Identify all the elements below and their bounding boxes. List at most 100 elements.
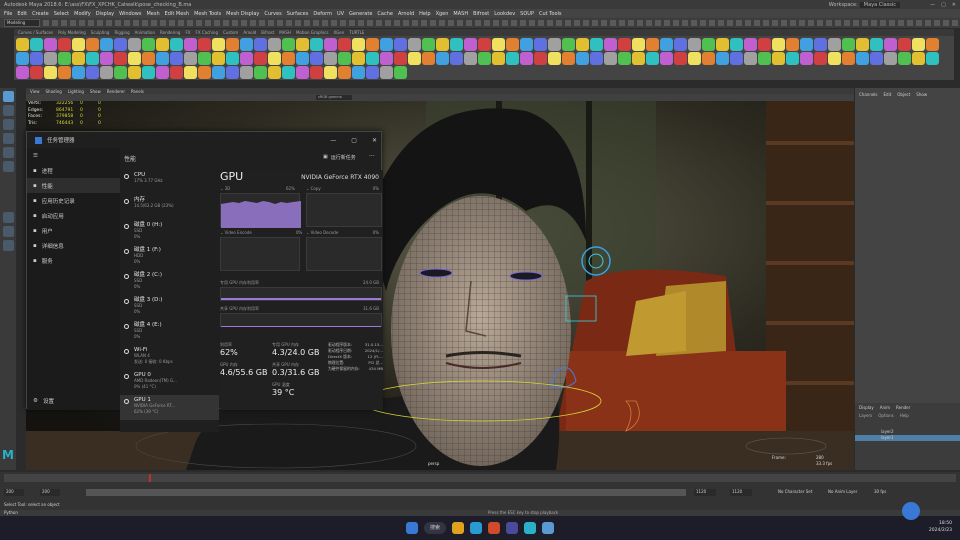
shelf-tool-icon[interactable] — [170, 52, 183, 65]
shelf-tool-icon[interactable] — [534, 52, 547, 65]
shelf-tool-icon[interactable] — [170, 66, 183, 79]
shelf-tab[interactable]: Rendering — [160, 30, 180, 35]
start-frame-field[interactable]: 200 — [4, 489, 24, 496]
menu-mesh-tools[interactable]: Mesh Tools — [194, 11, 221, 17]
shelf-tool-icon[interactable] — [86, 38, 99, 51]
shelf-tool-icon[interactable] — [352, 52, 365, 65]
shelf-tool-icon[interactable] — [380, 52, 393, 65]
range-slider[interactable] — [86, 489, 686, 496]
shelf-tool-icon[interactable] — [268, 66, 281, 79]
shelf-tool-icon[interactable] — [128, 38, 141, 51]
time-slider[interactable] — [4, 474, 956, 482]
viewport-menu-renderer[interactable]: Renderer — [107, 89, 125, 94]
nav-item[interactable]: ▪ 详细信息 — [27, 238, 120, 253]
shelf-tool-icon[interactable] — [912, 52, 925, 65]
channel-tab[interactable]: Edit — [884, 92, 892, 97]
shelf-tool-icon[interactable] — [16, 66, 29, 79]
shelf-tool-icon[interactable] — [772, 52, 785, 65]
perf-item[interactable]: 磁盘 0 (H:) SSD 0% — [120, 220, 219, 245]
shelf-tool-icon[interactable] — [576, 38, 589, 51]
shelf-tool-icon[interactable] — [562, 52, 575, 65]
viewport-menu-shading[interactable]: Shading — [46, 89, 62, 94]
lasso-tool-icon[interactable] — [2, 105, 14, 116]
shelf-tool-icon[interactable] — [548, 52, 561, 65]
playhead[interactable] — [149, 474, 151, 482]
shelf-tool-icon[interactable] — [86, 52, 99, 65]
status-line-icons[interactable] — [43, 20, 960, 26]
shelf-tool-icon[interactable] — [758, 38, 771, 51]
shelf-tab[interactable]: Rigging — [114, 30, 129, 35]
system-clock[interactable]: 18:50 2024/2/23 — [929, 520, 952, 534]
shelf-tool-icon[interactable] — [786, 38, 799, 51]
shelf-tool-icon[interactable] — [478, 38, 491, 51]
shelf-tool-icon[interactable] — [366, 66, 379, 79]
menu-cache[interactable]: Cache — [377, 11, 393, 17]
menu-edit-mesh[interactable]: Edit Mesh — [165, 11, 189, 17]
shelf-tool-icon[interactable] — [730, 52, 743, 65]
start-icon[interactable] — [405, 522, 418, 534]
anim-layer[interactable]: No Anim Layer — [828, 489, 857, 494]
shelf-tool-icon[interactable] — [16, 52, 29, 65]
shelf-tool-icon[interactable] — [254, 38, 267, 51]
paint-tool-icon[interactable] — [2, 119, 14, 130]
file-explorer-icon[interactable] — [452, 522, 464, 534]
nav-item[interactable]: ▪ 启动应用 — [27, 208, 120, 223]
run-task-button[interactable]: ▣ 运行新任务 — [323, 154, 356, 161]
gamma-select[interactable]: sRGB gamma — [316, 95, 352, 100]
shelf-tool-icon[interactable] — [72, 66, 85, 79]
menu-mash[interactable]: MASH — [453, 11, 468, 17]
nav-settings[interactable]: ⚙ 设置 — [27, 393, 120, 408]
shelf-tool-icon[interactable] — [212, 52, 225, 65]
shelf-tool-icon[interactable] — [254, 52, 267, 65]
minimize-icon[interactable]: — — [930, 2, 935, 8]
shelf-tool-icon[interactable] — [44, 52, 57, 65]
edge-icon[interactable] — [470, 522, 482, 534]
shelf-tool-icon[interactable] — [660, 38, 673, 51]
shelf-tool-icon[interactable] — [296, 52, 309, 65]
shelf-tool-icon[interactable] — [646, 38, 659, 51]
shelf-tool-icon[interactable] — [562, 38, 575, 51]
shelf-tool-icon[interactable] — [492, 38, 505, 51]
shelf-tool-icon[interactable] — [100, 38, 113, 51]
shelf-tool-icon[interactable] — [422, 38, 435, 51]
shelf-tool-icon[interactable] — [310, 52, 323, 65]
shelf-tab[interactable]: Sculpting — [91, 30, 110, 35]
nav-item[interactable]: ▪ 用户 — [27, 223, 120, 238]
shelf-tool-icon[interactable] — [646, 52, 659, 65]
shelf-tool-icon[interactable] — [282, 66, 295, 79]
shelf-tool-icon[interactable] — [688, 38, 701, 51]
shelf-tool-icon[interactable] — [772, 38, 785, 51]
shelf-tool-icon[interactable] — [870, 38, 883, 51]
shelf-tool-icon[interactable] — [660, 52, 673, 65]
shelf-tool-icon[interactable] — [282, 52, 295, 65]
menu-curves[interactable]: Curves — [264, 11, 281, 17]
shelf-tool-icon[interactable] — [674, 38, 687, 51]
layout-four-icon[interactable] — [2, 226, 14, 237]
shelf-tool-icon[interactable] — [884, 38, 897, 51]
shelf-tool-icon[interactable] — [800, 38, 813, 51]
shelf-tool-icon[interactable] — [884, 52, 897, 65]
shelf-tool-icon[interactable] — [590, 52, 603, 65]
floating-assistant-icon[interactable] — [902, 502, 920, 520]
perf-item[interactable]: 磁盘 3 (D:) SSD 0% — [120, 295, 219, 320]
shelf-tool-icon[interactable] — [114, 66, 127, 79]
channel-tab[interactable]: Object — [897, 92, 910, 97]
shelf-tool-icon[interactable] — [520, 38, 533, 51]
shelf-tool-icon[interactable] — [44, 38, 57, 51]
shelf-tool-icon[interactable] — [744, 38, 757, 51]
shelf-tool-icon[interactable] — [352, 38, 365, 51]
shelf-tool-icon[interactable] — [842, 52, 855, 65]
shelf-tool-icon[interactable] — [156, 66, 169, 79]
shelf-tool-icon[interactable] — [898, 52, 911, 65]
viewport-menu-panels[interactable]: Panels — [131, 89, 144, 94]
shelf-tool-icon[interactable] — [114, 52, 127, 65]
shelf-tool-icon[interactable] — [100, 66, 113, 79]
shelf-tool-icon[interactable] — [716, 38, 729, 51]
shelf-tool-icon[interactable] — [310, 66, 323, 79]
move-tool-icon[interactable] — [2, 133, 14, 144]
shelf-tool-icon[interactable] — [366, 38, 379, 51]
layout-single-icon[interactable] — [2, 212, 14, 223]
menu-help[interactable]: Help — [419, 11, 430, 17]
menu-mesh[interactable]: Mesh — [146, 11, 159, 17]
layout-side-icon[interactable] — [2, 240, 14, 251]
